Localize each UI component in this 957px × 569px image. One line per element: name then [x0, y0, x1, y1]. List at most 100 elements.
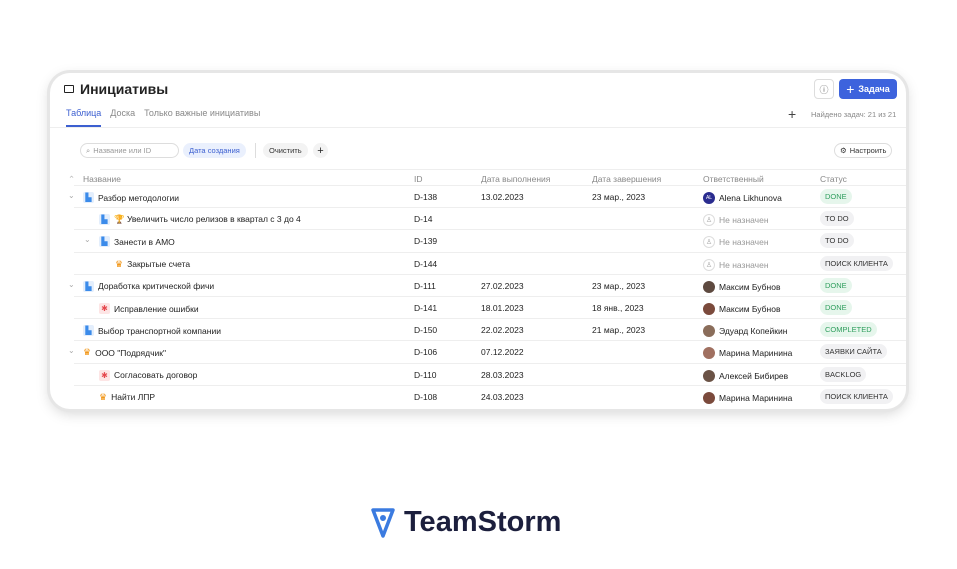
user-placeholder-icon: ♙ — [703, 236, 715, 249]
column-header-id[interactable]: ID — [414, 174, 423, 184]
column-header-due[interactable]: Дата выполнения — [481, 174, 550, 184]
task-name[interactable]: ▙ 🏆 Увеличить число релизов в квартал с 3… — [99, 214, 301, 226]
chevron-down-icon[interactable]: ⌄ — [68, 346, 75, 355]
table-row[interactable]: ♛ Закрытые счета D-144 ♙ Не назначен ПОИСК… — [74, 251, 906, 274]
owner[interactable]: Максим Бубнов — [703, 303, 780, 315]
sliders-icon: ⚙ — [840, 146, 847, 155]
owner-name: Не назначен — [719, 237, 769, 248]
column-header-name[interactable]: Название — [83, 174, 121, 184]
task-id: D-106 — [414, 347, 438, 358]
owner[interactable]: Марина Маринина — [703, 347, 792, 360]
avatar — [703, 325, 715, 338]
status-badge[interactable]: DONE — [820, 300, 852, 315]
task-name[interactable]: ♛ Закрытые счета — [115, 259, 190, 270]
task-name-text: Выбор транспортной компании — [98, 325, 221, 336]
task-name[interactable]: ♛ ООО "Подрядчик" — [83, 347, 166, 358]
task-name-text: ООО "Подрядчик" — [95, 347, 167, 358]
tab-table[interactable]: Таблица — [66, 108, 102, 127]
due-date: 27.02.2023 — [481, 280, 524, 291]
status-badge[interactable]: ПОИСК КЛИЕНТА — [820, 255, 893, 271]
task-name[interactable]: ▙ Доработка критической фичи — [83, 280, 214, 292]
search-input[interactable]: ⌕ Название или ID — [80, 143, 179, 158]
status-badge[interactable]: TO DO — [820, 233, 854, 249]
chevron-down-icon[interactable]: ⌄ — [68, 191, 75, 200]
end-date: 18 янв., 2023 — [592, 303, 644, 313]
owner[interactable]: Эдуард Копейкин — [703, 325, 787, 338]
owner-name: Максим Бубнов — [719, 304, 781, 314]
table-row[interactable]: ⌄ ▙ Доработка критической фичи D-111 27.0… — [68, 273, 906, 296]
owner[interactable]: Алексей Бибирев — [703, 369, 788, 382]
table-row[interactable]: ✱ Исправление ошибки D-141 18.01.2023 18 … — [74, 296, 906, 318]
owner-name: Максим Бубнов — [719, 281, 781, 292]
page-title: Инициативы — [64, 81, 168, 97]
table-row[interactable]: ✱ Согласовать договор D-110 28.03.2023 Ал… — [74, 362, 906, 385]
owner[interactable]: ♙ Не назначен — [703, 258, 769, 271]
status-badge[interactable]: TO DO — [820, 211, 854, 227]
task-name[interactable]: ▙ Занести в АМО — [99, 236, 175, 248]
configure-button[interactable]: ⚙ Настроить — [834, 143, 893, 158]
table-row[interactable]: ⌄ ▙ Занести в АМО D-139 ♙ Не назначен TO D… — [74, 229, 906, 251]
task-name[interactable]: ▙ Выбор транспортной компании — [83, 325, 221, 337]
task-name[interactable]: ✱ Исправление ошибки — [99, 303, 199, 314]
table-row[interactable]: ▙ 🏆 Увеличить число релизов в квартал с 3… — [74, 207, 906, 229]
crown-icon: ♛ — [83, 347, 92, 358]
table-row[interactable]: ♛ Найти ЛПР D-108 24.03.2023 Марина Марин… — [74, 384, 906, 407]
due-date: 13.02.2023 — [481, 192, 524, 202]
tab-important[interactable]: Только важные инициативы — [144, 108, 260, 127]
avatar — [703, 391, 715, 404]
column-header-status[interactable]: Статус — [820, 174, 847, 184]
user-placeholder-icon: ♙ — [703, 258, 715, 271]
status-badge[interactable]: ЗАЯВКИ САЙТА — [820, 344, 887, 360]
crown-icon: ♛ — [99, 391, 108, 402]
divider — [50, 127, 906, 128]
avatar — [703, 369, 715, 382]
chevron-down-icon[interactable]: ⌄ — [84, 235, 91, 244]
task-name-text: Разбор методологии — [98, 192, 180, 203]
add-view-button[interactable]: + — [788, 106, 796, 122]
chevron-down-icon[interactable]: ⌄ — [68, 280, 75, 289]
task-id: D-108 — [414, 391, 438, 402]
folder-icon — [64, 85, 74, 93]
table-row[interactable]: ▙ Выбор транспортной компании D-150 22.02… — [74, 318, 906, 340]
due-date: 18.01.2023 — [481, 303, 524, 313]
initiatives-window: Инициативы Таблица Доска Только важные и… — [50, 73, 906, 409]
column-header-owner[interactable]: Ответственный — [703, 174, 764, 184]
status-badge[interactable]: DONE — [820, 277, 852, 293]
filter-chip-created-date[interactable]: Дата создания — [183, 143, 246, 158]
owner[interactable]: Максим Бубнов — [703, 280, 781, 293]
due-date: 22.02.2023 — [481, 325, 524, 336]
owner[interactable]: ♙ Не назначен — [703, 236, 769, 249]
document-icon: ▙ — [99, 214, 110, 226]
title-text: Инициативы — [80, 81, 169, 97]
task-name[interactable]: ✱ Согласовать договор — [99, 369, 197, 381]
table-row[interactable]: ⌄ ▙ Разбор методологии D-138 13.02.2023 2… — [68, 185, 906, 207]
tab-board[interactable]: Доска — [110, 108, 135, 127]
column-header-end[interactable]: Дата завершения — [592, 174, 661, 184]
task-id: D-138 — [414, 192, 438, 202]
owner[interactable]: Марина Маринина — [703, 391, 792, 404]
collapse-all-icon[interactable]: ⌃ — [68, 174, 75, 185]
owner[interactable]: ♙ Не назначен — [703, 214, 769, 227]
divider — [100, 169, 906, 170]
status-badge[interactable]: DONE — [820, 189, 852, 204]
task-name-text: 🏆 Увеличить число релизов в квартал с 3 … — [114, 214, 301, 225]
clear-filters-button[interactable]: Очистить — [263, 143, 308, 158]
table-row[interactable]: ⌄ ♛ ООО "Подрядчик" D-106 07.12.2022 Мари… — [68, 340, 906, 362]
add-filter-button[interactable]: + — [313, 143, 328, 158]
teamstorm-logo-icon — [371, 507, 395, 538]
document-icon: ▙ — [83, 192, 94, 203]
found-count: Найдено задач: 21 из 21 — [811, 110, 897, 119]
status-badge[interactable]: COMPLETED — [820, 322, 877, 338]
owner[interactable]: AL Alena Likhunova — [703, 192, 782, 204]
info-button[interactable]: ⓘ — [814, 79, 834, 99]
task-name[interactable]: ▙ Разбор методологии — [83, 192, 179, 203]
end-date: 23 мар., 2023 — [592, 280, 646, 291]
task-id: D-14 — [414, 214, 433, 225]
task-name[interactable]: ♛ Найти ЛПР — [99, 392, 155, 403]
avatar — [703, 347, 715, 360]
due-date: 24.03.2023 — [481, 391, 524, 402]
status-badge[interactable]: BACKLOG — [820, 366, 867, 382]
add-task-button[interactable]: + Задача — [839, 79, 897, 99]
status-badge[interactable]: ПОИСК КЛИЕНТА — [820, 388, 893, 404]
task-id: D-111 — [414, 280, 436, 291]
